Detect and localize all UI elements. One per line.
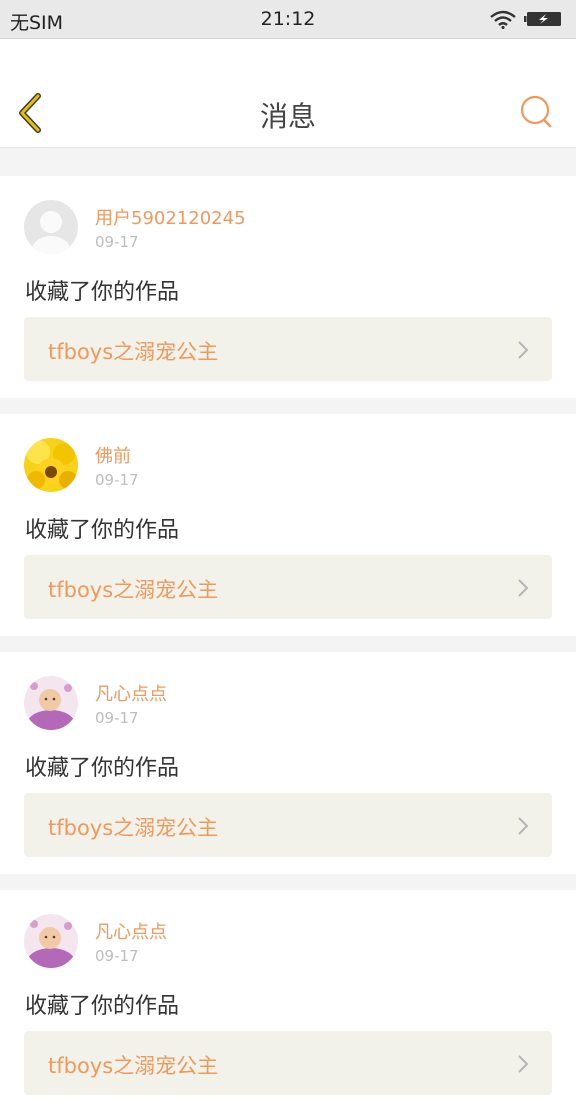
avatar[interactable] — [24, 914, 78, 968]
chevron-right-icon — [518, 579, 529, 597]
message-date: 09-17 — [95, 947, 139, 965]
message-item[interactable]: 凡心点点 09-17 收藏了你的作品 tfboys之溺宠公主 — [0, 890, 576, 1112]
avatar[interactable] — [24, 200, 78, 254]
chevron-right-icon — [518, 341, 529, 359]
message-action-text: 收藏了你的作品 — [25, 280, 180, 305]
page-title: 消息 — [259, 100, 316, 133]
status-bar: 无SIM 21:12 — [0, 0, 576, 39]
username-link[interactable]: 用户5902120245 — [95, 204, 246, 230]
message-date: 09-17 — [95, 471, 139, 489]
chevron-right-icon — [518, 817, 529, 835]
top-nav-bar: 消息 — [0, 39, 576, 148]
wifi-icon — [490, 10, 516, 29]
work-title: tfboys之溺宠公主 — [48, 340, 219, 364]
sunflower-avatar-icon — [24, 438, 78, 492]
message-action-text: 收藏了你的作品 — [25, 756, 180, 781]
message-item[interactable]: 佛前 09-17 收藏了你的作品 tfboys之溺宠公主 — [0, 414, 576, 636]
battery-charging-icon — [524, 12, 561, 26]
work-title: tfboys之溺宠公主 — [48, 816, 219, 840]
avatar[interactable] — [24, 438, 78, 492]
avatar[interactable] — [24, 676, 78, 730]
work-link[interactable]: tfboys之溺宠公主 — [24, 317, 552, 381]
work-title: tfboys之溺宠公主 — [48, 578, 219, 602]
message-list: 用户5902120245 09-17 收藏了你的作品 tfboys之溺宠公主 佛… — [0, 160, 576, 1112]
baby-avatar-icon — [24, 914, 78, 968]
work-title: tfboys之溺宠公主 — [48, 1054, 219, 1078]
chevron-right-icon — [518, 1055, 529, 1073]
message-date: 09-17 — [95, 709, 139, 727]
message-item[interactable]: 用户5902120245 09-17 收藏了你的作品 tfboys之溺宠公主 — [0, 176, 576, 398]
search-icon[interactable] — [518, 94, 554, 130]
message-item[interactable]: 凡心点点 09-17 收藏了你的作品 tfboys之溺宠公主 — [0, 652, 576, 874]
username-link[interactable]: 凡心点点 — [95, 680, 167, 706]
work-link[interactable]: tfboys之溺宠公主 — [24, 1031, 552, 1095]
message-action-text: 收藏了你的作品 — [25, 518, 180, 543]
message-action-text: 收藏了你的作品 — [25, 994, 180, 1019]
baby-avatar-icon — [24, 676, 78, 730]
username-link[interactable]: 凡心点点 — [95, 918, 167, 944]
work-link[interactable]: tfboys之溺宠公主 — [24, 555, 552, 619]
username-link[interactable]: 佛前 — [95, 442, 131, 468]
message-date: 09-17 — [95, 233, 139, 251]
work-link[interactable]: tfboys之溺宠公主 — [24, 793, 552, 857]
default-avatar-icon — [24, 200, 78, 254]
